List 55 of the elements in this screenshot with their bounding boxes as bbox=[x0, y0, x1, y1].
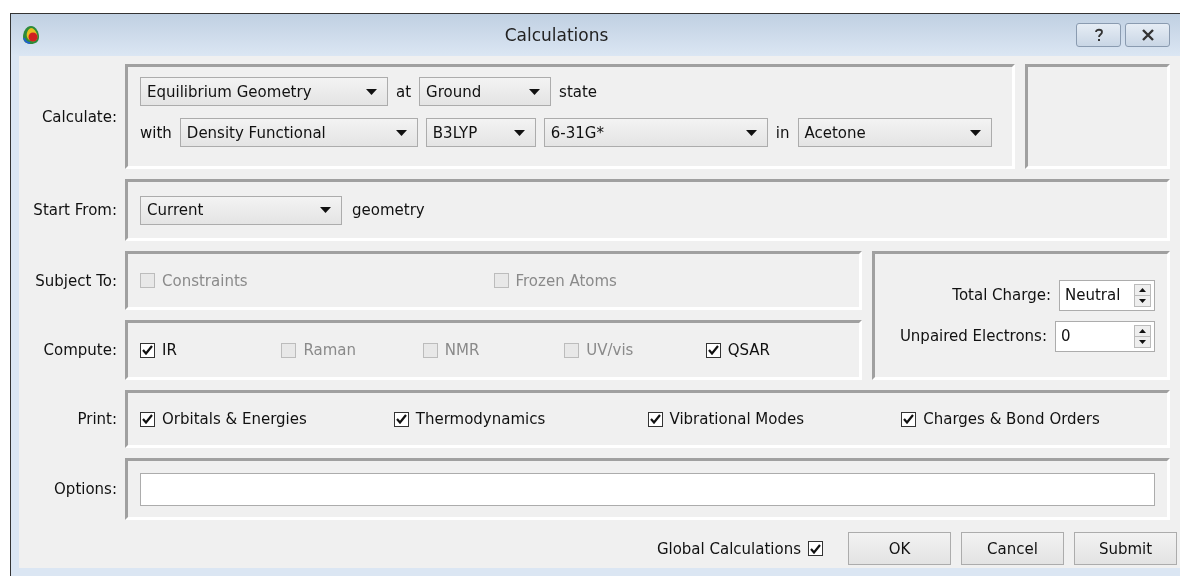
dropdown[interactable]: 6-31G* bbox=[543, 118, 768, 147]
help-button[interactable] bbox=[1076, 23, 1121, 47]
field-label: Total Charge: bbox=[952, 286, 1051, 304]
caret-icon bbox=[529, 88, 541, 95]
label-text: at bbox=[396, 82, 412, 101]
dropdown[interactable]: Density Functional bbox=[179, 118, 418, 147]
caret-icon bbox=[395, 129, 407, 136]
help-icon bbox=[1093, 28, 1104, 42]
field-label: Print: bbox=[77, 410, 117, 428]
checkbox[interactable]: Global Calculations bbox=[656, 539, 823, 558]
dropdown[interactable]: Current bbox=[140, 195, 342, 225]
checkbox[interactable]: Charges & Bond Orders bbox=[901, 410, 1155, 428]
check-icon bbox=[395, 414, 407, 424]
field-label: Start From: bbox=[33, 201, 117, 219]
check-icon bbox=[707, 345, 719, 355]
field-label: Subject To: bbox=[35, 271, 117, 290]
options-field[interactable] bbox=[140, 472, 1155, 506]
check-icon bbox=[903, 414, 915, 424]
spin-field[interactable]: 0 bbox=[1055, 320, 1155, 352]
caret-icon bbox=[969, 129, 981, 136]
checkbox[interactable]: Vibrational Modes bbox=[647, 410, 902, 428]
check-icon bbox=[142, 414, 153, 424]
spin-arrows-icon[interactable] bbox=[1134, 283, 1151, 307]
check-icon bbox=[810, 543, 821, 554]
app-logo-icon bbox=[21, 25, 41, 45]
checkbox[interactable]: Orbitals & Energies bbox=[140, 410, 394, 428]
field-label: Unpaired Electrons: bbox=[899, 327, 1047, 345]
dialog-button[interactable]: Cancel bbox=[961, 532, 1064, 565]
field-label: Options: bbox=[54, 480, 117, 498]
window-title: Calculations bbox=[503, 25, 610, 45]
spin-field[interactable]: Neutral bbox=[1059, 279, 1155, 311]
caret-icon bbox=[320, 207, 331, 213]
checkbox[interactable]: IR bbox=[140, 341, 282, 359]
caret-icon bbox=[745, 129, 757, 136]
label-text: in bbox=[775, 123, 790, 142]
label-text: with bbox=[140, 123, 172, 142]
spin-arrows-icon[interactable] bbox=[1134, 324, 1151, 348]
caret-icon bbox=[366, 88, 377, 95]
close-button[interactable] bbox=[1125, 23, 1170, 47]
dropdown[interactable]: Acetone bbox=[797, 118, 992, 147]
field-label: Compute: bbox=[43, 341, 117, 359]
dropdown[interactable]: B3LYP bbox=[425, 118, 536, 147]
dialog-button[interactable]: Submit bbox=[1074, 532, 1177, 565]
dropdown[interactable]: Ground bbox=[419, 77, 552, 106]
caret-icon bbox=[513, 129, 525, 136]
check-icon bbox=[649, 414, 661, 424]
checkbox[interactable]: QSAR bbox=[705, 341, 848, 359]
label-text: state bbox=[559, 82, 598, 101]
dialog-button[interactable]: OK bbox=[848, 532, 951, 565]
label-text: geometry bbox=[352, 201, 425, 219]
check-icon bbox=[142, 345, 153, 355]
close-icon bbox=[1140, 29, 1155, 41]
checkbox[interactable]: Thermodynamics bbox=[393, 410, 648, 428]
dropdown[interactable]: Equilibrium Geometry bbox=[140, 77, 388, 106]
field-label: Calculate: bbox=[41, 107, 117, 126]
